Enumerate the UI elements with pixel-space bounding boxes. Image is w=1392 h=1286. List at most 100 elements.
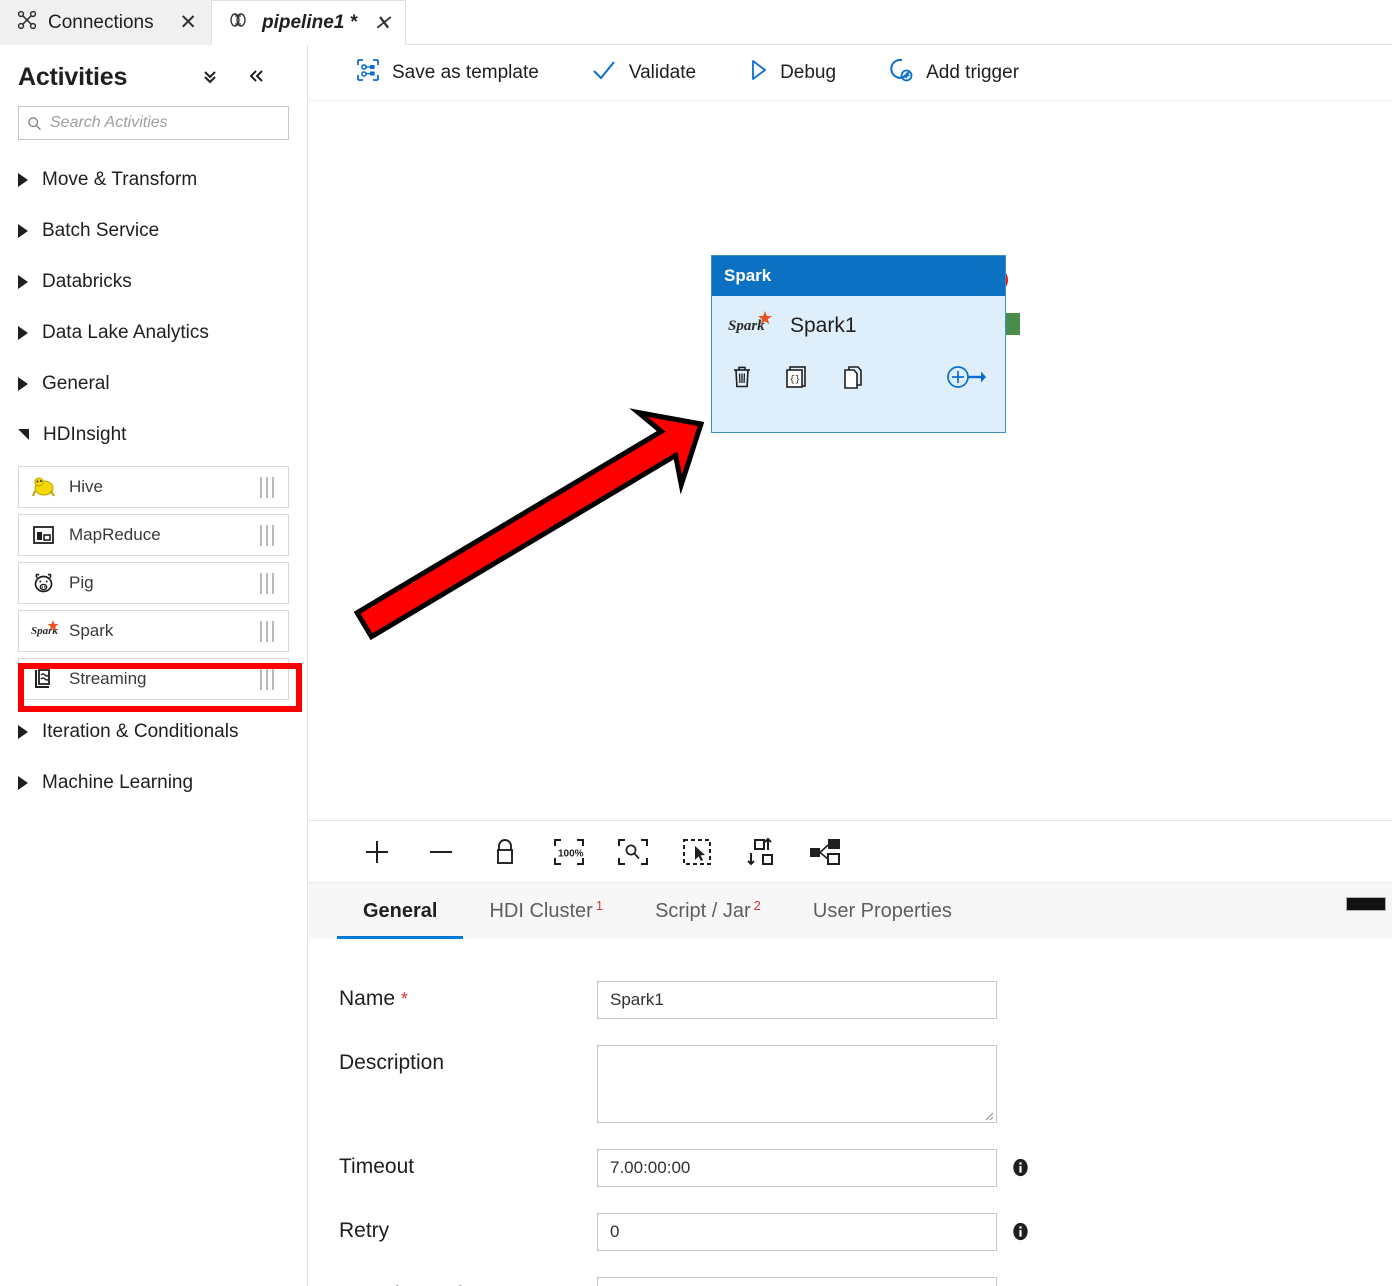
category-label: Data Lake Analytics	[42, 321, 209, 343]
drag-handle-icon[interactable]	[260, 476, 278, 498]
tab-bar: Connections ✕ pipeline1 * ✕	[0, 0, 1392, 45]
search-input[interactable]	[48, 113, 280, 133]
description-field[interactable]	[597, 1045, 997, 1123]
label-text: Name	[339, 987, 396, 1010]
form-row-name: Name * Spark1	[339, 981, 1392, 1019]
chevron-down-icon	[18, 429, 29, 440]
tab-pipeline1[interactable]: pipeline1 * ✕	[211, 0, 406, 45]
drag-handle-icon[interactable]	[260, 524, 278, 546]
search-icon	[27, 116, 41, 131]
sidebar-category-databricks[interactable]: Databricks	[0, 256, 307, 307]
activity-item-pig[interactable]: Pig	[18, 562, 289, 604]
chevron-right-icon	[18, 775, 28, 790]
tab-general[interactable]: General	[337, 883, 464, 939]
auto-align-button[interactable]	[729, 821, 793, 883]
spark-logo-icon: Spark	[728, 310, 776, 341]
command-label: Save as template	[392, 61, 539, 83]
connections-icon	[16, 9, 38, 37]
activity-label: Pig	[69, 573, 94, 592]
drag-handle-icon[interactable]	[260, 668, 278, 690]
field-label-name: Name *	[339, 981, 597, 1011]
zoom-to-100-button[interactable]: 100%	[537, 821, 601, 883]
activity-item-hive[interactable]: Hive	[18, 466, 289, 508]
tab-script-jar[interactable]: Script / Jar 2	[629, 883, 787, 939]
validate-button[interactable]: Validate	[591, 45, 722, 101]
category-label: General	[42, 372, 110, 394]
spark-activity-node[interactable]: Spark Spark Spark1 {}	[711, 255, 1006, 433]
streaming-icon	[31, 667, 57, 691]
command-label: Add trigger	[926, 61, 1020, 83]
select-mode-button[interactable]	[665, 821, 729, 883]
tab-user-properties[interactable]: User Properties	[787, 883, 978, 939]
tab-badge: 1	[595, 897, 604, 913]
sidebar-category-hdinsight[interactable]: HDInsight	[0, 409, 307, 460]
required-asterisk: *	[400, 989, 408, 1009]
retry-interval-field[interactable]: 30	[597, 1277, 997, 1286]
node-body: Spark Spark1 {}	[712, 296, 1005, 432]
tab-label: Connections	[48, 11, 154, 33]
save-as-template-button[interactable]: Save as template	[356, 45, 565, 101]
tab-label: HDI Cluster	[489, 899, 593, 922]
tab-hdi-cluster[interactable]: HDI Cluster 1	[463, 883, 629, 939]
field-label-retry: Retry	[339, 1213, 597, 1243]
timeout-field[interactable]: 7.00:00:00	[597, 1149, 997, 1187]
canvas-command-bar: Save as template Validate Debug Add trig…	[309, 45, 1392, 101]
label-text: Timeout	[339, 1155, 415, 1178]
zoom-to-fit-button[interactable]	[601, 821, 665, 883]
category-label: Move & Transform	[42, 168, 198, 190]
field-value: Spark1	[610, 990, 664, 1009]
activities-sidebar: Activities Search Activities Move & Tran…	[0, 45, 308, 1286]
tab-connections[interactable]: Connections ✕	[0, 0, 211, 45]
close-icon[interactable]: ✕	[369, 13, 391, 34]
chevron-right-icon	[18, 274, 28, 289]
sidebar-category-machine-learning[interactable]: Machine Learning	[0, 757, 307, 808]
collapse-all-icon[interactable]	[201, 67, 219, 88]
chevron-right-icon	[18, 325, 28, 340]
resize-grabber-icon[interactable]	[982, 1109, 994, 1121]
drag-handle-icon[interactable]	[260, 620, 278, 642]
zoom-in-button[interactable]	[345, 821, 409, 883]
sidebar-category-move-transform[interactable]: Move & Transform	[0, 154, 307, 205]
label-text: Retry	[339, 1219, 390, 1242]
auto-layout-button[interactable]	[793, 821, 857, 883]
sidebar-category-general[interactable]: General	[0, 358, 307, 409]
activity-item-streaming[interactable]: Streaming	[18, 658, 289, 700]
output-connector-handle[interactable]	[1005, 313, 1020, 335]
svg-text:100%: 100%	[558, 848, 584, 859]
tab-bar-filler	[406, 0, 1392, 45]
info-icon[interactable]	[1011, 1222, 1030, 1241]
field-value: 0	[610, 1222, 620, 1241]
sidebar-category-batch-service[interactable]: Batch Service	[0, 205, 307, 256]
activity-item-mapreduce[interactable]: MapReduce	[18, 514, 289, 556]
activity-item-spark[interactable]: Spark Spark	[18, 610, 289, 652]
view-code-icon[interactable]: {}	[784, 364, 810, 390]
close-icon[interactable]: ✕	[175, 12, 197, 33]
tab-badge: 2	[753, 897, 761, 913]
activity-label: Spark	[69, 621, 114, 640]
pipeline-canvas[interactable]: Save as template Validate Debug Add trig…	[309, 45, 1392, 820]
retry-field[interactable]: 0	[597, 1213, 997, 1251]
collapse-pane-icon[interactable]	[247, 67, 265, 88]
activity-label: Hive	[69, 477, 104, 496]
sidebar-category-iteration-conditionals[interactable]: Iteration & Conditionals	[0, 706, 307, 757]
name-field[interactable]: Spark1	[597, 981, 997, 1019]
info-icon[interactable]	[1011, 1158, 1030, 1177]
debug-button[interactable]: Debug	[748, 45, 862, 101]
clone-activity-icon[interactable]	[840, 364, 866, 390]
form-row-retry-interval: Retry interval 30	[339, 1277, 1392, 1286]
add-trigger-button[interactable]: Add trigger	[888, 45, 1045, 101]
add-output-dependency-icon[interactable]	[945, 363, 987, 391]
tab-label: Script / Jar	[655, 899, 751, 922]
field-label-retry-interval: Retry interval	[339, 1277, 597, 1286]
sidebar-header: Activities	[0, 45, 307, 92]
zoom-out-button[interactable]	[409, 821, 473, 883]
activities-tree: Move & Transform Batch Service Databrick…	[0, 154, 307, 808]
drag-handle-icon[interactable]	[260, 572, 278, 594]
delete-activity-icon[interactable]	[730, 364, 754, 390]
collapse-panel-button[interactable]	[1346, 897, 1386, 911]
field-label-description: Description	[339, 1045, 597, 1075]
search-activities-box[interactable]	[18, 106, 289, 140]
node-type-label: Spark	[724, 266, 772, 285]
lock-canvas-button[interactable]	[473, 821, 537, 883]
sidebar-category-data-lake-analytics[interactable]: Data Lake Analytics	[0, 307, 307, 358]
